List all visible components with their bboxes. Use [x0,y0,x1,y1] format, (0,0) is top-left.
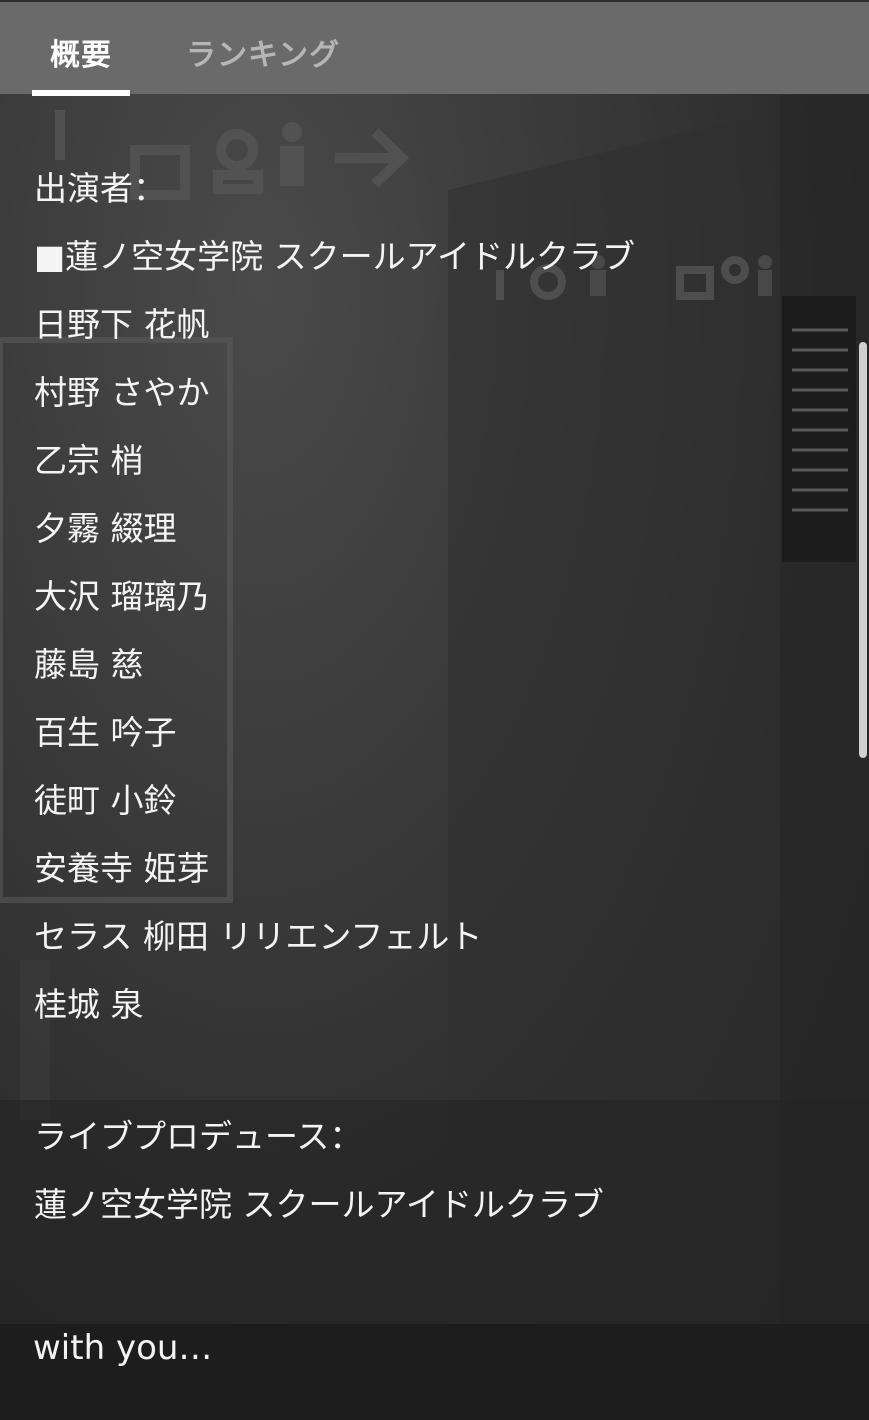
performer-item: 村野 さやか [34,373,210,412]
description-panel: 出演者： ■蓮ノ空女学院 スクールアイドルクラブ 日野下 花帆 村野 さやか 乙… [34,160,834,1244]
tab-bar: 概要 ランキング [0,0,869,96]
performer-item: 夕霧 綴理 [34,509,177,548]
performer-item: 日野下 花帆 [34,305,210,344]
group-name: ■蓮ノ空女学院 スクールアイドルクラブ [34,237,636,276]
producer-heading: ライブプロデュース： [34,1117,363,1156]
tab-overview[interactable]: 概要 [50,30,112,74]
performer-item: 安養寺 姫芽 [34,849,210,888]
overview-screen: 概要 ランキング 出演者： ■蓮ノ空女学院 スクールアイドルクラブ 日野下 花帆… [0,0,869,1420]
active-tab-indicator [32,90,130,96]
scrollbar[interactable] [859,342,867,758]
performer-item: 桂城 泉 [34,985,144,1024]
performer-item: 徒町 小鈴 [34,781,177,820]
tab-ranking[interactable]: ランキング [186,30,340,74]
footer-title[interactable]: with you… [33,1325,212,1371]
performer-item: 百生 吟子 [34,713,177,752]
performer-item: 乙宗 梢 [34,441,144,480]
performers-heading: 出演者： [34,169,166,208]
performer-item: 藤島 慈 [34,645,144,684]
performer-item: セラス 柳田 リリエンフェルト [34,917,483,956]
producer-name: 蓮ノ空女学院 スクールアイドルクラブ [34,1185,604,1224]
performer-item: 大沢 瑠璃乃 [34,577,210,616]
